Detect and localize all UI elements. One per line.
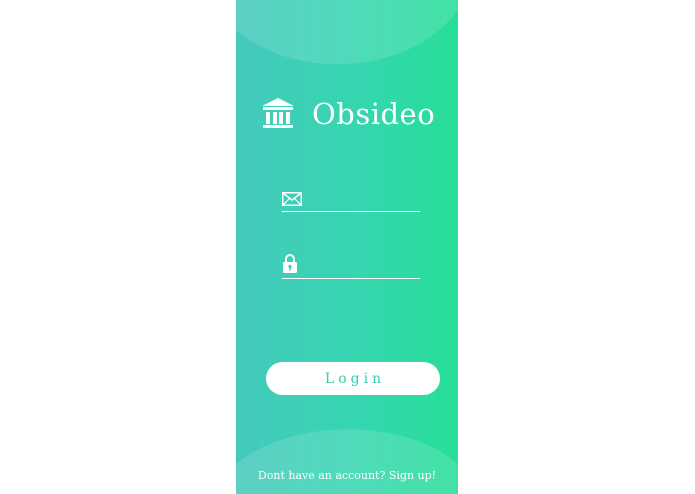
app-title: Obsideo: [312, 96, 436, 131]
lock-icon: [283, 254, 297, 273]
login-screen: Obsideo Login Dont have an account? Sign…: [0, 0, 695, 494]
login-button[interactable]: Login: [266, 362, 440, 395]
phone-frame: Obsideo Login Dont have an account? Sign…: [236, 0, 458, 494]
brand-header: Obsideo: [260, 96, 435, 132]
signup-link[interactable]: Dont have an account? Sign up!: [236, 469, 458, 482]
password-input[interactable]: [310, 256, 420, 276]
bottom-wave-decoration: [236, 429, 458, 494]
email-field[interactable]: [282, 185, 420, 212]
envelope-icon: [282, 192, 302, 206]
email-input[interactable]: [310, 189, 420, 209]
top-wave-decoration: [236, 0, 458, 65]
password-field[interactable]: [282, 252, 420, 279]
bank-building-icon: [262, 98, 294, 128]
